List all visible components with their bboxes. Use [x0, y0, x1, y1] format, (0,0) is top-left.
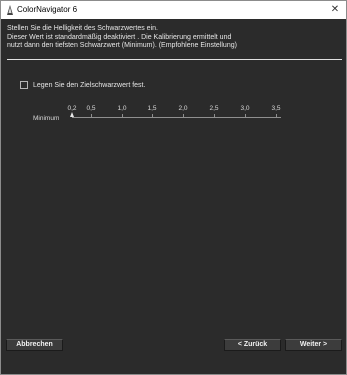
tick-label: 0,2	[67, 105, 77, 112]
slider-tick	[183, 114, 184, 117]
close-icon[interactable]: ✕	[328, 1, 342, 19]
next-button[interactable]: Weiter >	[285, 339, 342, 351]
slider-handle[interactable]	[70, 112, 74, 117]
slider-track[interactable]	[72, 117, 281, 118]
tick-label: 3,0	[240, 105, 250, 112]
instruction-line: Stellen Sie die Helligkeit des Schwarzwe…	[7, 25, 158, 32]
colornavigator-app-icon	[7, 5, 13, 15]
back-button[interactable]: < Zurück	[224, 339, 281, 351]
tick-label: 1,5	[147, 105, 157, 112]
instruction-line: Dieser Wert ist standardmäßig deaktivier…	[7, 33, 232, 41]
main-panel: Stellen Sie die Helligkeit des Schwarzwe…	[1, 19, 346, 374]
target-black-checkbox[interactable]	[20, 81, 28, 89]
instructions-text: Stellen Sie die Helligkeit des Schwarzwe…	[7, 25, 342, 51]
target-black-checkbox-label: Legen Sie den Zielschwarzwert fest.	[33, 81, 146, 89]
tick-label: 2,5	[209, 105, 219, 112]
separator-line	[7, 59, 342, 60]
slider-tick	[276, 114, 277, 117]
slider-tick	[214, 114, 215, 117]
tick-label: 3,5	[271, 105, 281, 112]
window-title: ColorNavigator 6	[17, 5, 78, 14]
slider-minimum-label: Minimum	[33, 115, 60, 122]
tick-label: 2,0	[178, 105, 188, 112]
slider-tick	[152, 114, 153, 117]
instruction-line: nutzt dann den tiefsten Schwarzwert (Min…	[7, 42, 237, 50]
black-level-slider: Minimum 0,2 0,5 1,0 1,5 2,0 2,5 3,0 3,5	[1, 103, 346, 133]
colornavigator-window: ColorNavigator 6 ✕ Stellen Sie die Helli…	[0, 0, 347, 375]
slider-tick	[122, 114, 123, 117]
slider-tick	[91, 114, 92, 117]
cancel-button[interactable]: Abbrechen	[6, 339, 63, 351]
title-bar: ColorNavigator 6 ✕	[1, 1, 346, 19]
tick-label: 0,5	[86, 105, 96, 112]
tick-label: 1,0	[117, 105, 127, 112]
slider-tick	[245, 114, 246, 117]
target-black-checkbox-row[interactable]: Legen Sie den Zielschwarzwert fest.	[20, 80, 145, 90]
